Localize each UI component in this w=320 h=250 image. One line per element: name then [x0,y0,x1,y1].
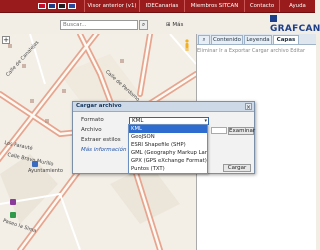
map-label-poi: Ayuntamiento [28,168,63,174]
plus-icon: ⊞ [166,22,171,28]
nav-idecanarias[interactable]: IDECanarias [139,0,184,12]
extract-styles-label: Extraer estilos [81,137,121,143]
format-option-gpx[interactable]: GPX (GPS eXchange Format) [129,157,207,165]
more-info-link[interactable]: Más información [81,147,126,153]
format-option-geojson[interactable]: GeoJSON [129,133,207,141]
format-option-gml[interactable]: GML (Geography Markup Langu... [129,149,207,157]
more-label: Más [172,22,184,28]
format-label: Formato [81,117,104,123]
format-dropdown: KML GeoJSON ESRI Shapefile (SHP) GML (Ge… [128,124,208,174]
poi-marker-icon[interactable] [10,212,16,218]
logo-mark-icon [270,15,277,22]
format-option-shp[interactable]: ESRI Shapefile (SHP) [129,141,207,149]
more-button[interactable]: ⊞ Más [166,20,183,30]
search-input[interactable] [60,20,138,30]
file-path-input[interactable] [211,127,227,134]
flag-de-icon[interactable] [58,3,66,9]
tab-contenido[interactable]: Contenido [211,35,243,44]
top-nav-bar: Visor anterior (v1) IDECanarias Miembros… [0,0,315,13]
panel-search-tab[interactable]: ⌕ [198,35,210,44]
zoom-in-button[interactable]: + [2,36,10,44]
flag-uk-icon[interactable] [48,3,56,9]
search-icon: ⌕ [141,21,146,28]
browse-button[interactable]: Examinar [228,127,255,135]
file-label: Archivo [81,127,102,133]
dialog-title: Cargar archivo [73,102,254,112]
search-button[interactable]: ⌕ [139,20,148,30]
close-icon[interactable]: × [245,103,252,111]
poi-marker-icon[interactable] [32,161,38,167]
poi-marker-icon[interactable] [10,199,16,205]
format-option-kml[interactable]: KML [129,125,207,133]
grafcan-logo: GRAFCAN [270,14,320,34]
layer-tools-bar[interactable]: Eliminar Ir a Exportar Cargar archivo Ed… [197,47,316,56]
panel-tabs: ⌕ Contenido Leyenda Capas [197,34,316,45]
search-icon: ⌕ [202,37,206,43]
nav-ayuda[interactable]: Ayuda [279,0,315,12]
flag-es-icon[interactable] [38,3,46,9]
nav-miembros-sitcan[interactable]: Miembros SITCAN [184,0,244,12]
nav-visor-anterior[interactable]: Visor anterior (v1) [84,0,139,12]
load-button[interactable]: Cargar [223,164,251,172]
street-view-pegman-icon[interactable] [184,39,190,51]
format-option-txt[interactable]: Puntos (TXT) [129,165,207,173]
tab-leyenda[interactable]: Leyenda [244,35,272,44]
nav-contacto[interactable]: Contacto [244,0,279,12]
flag-fr-icon[interactable] [68,3,76,9]
tab-capas[interactable]: Capas [273,35,299,44]
